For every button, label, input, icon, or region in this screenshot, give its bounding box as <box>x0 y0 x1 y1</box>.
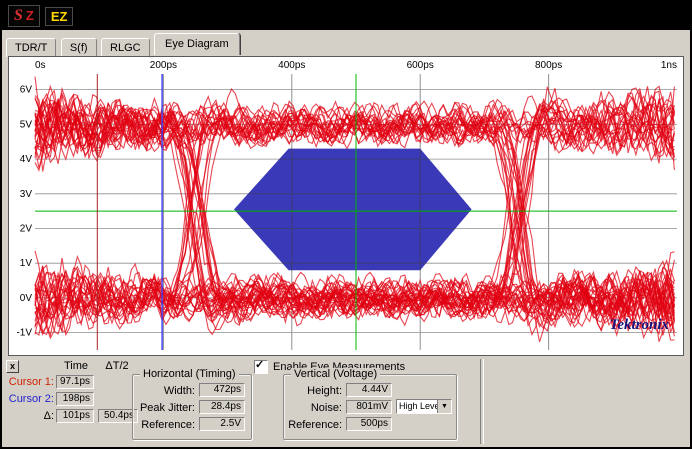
height-label: Height: <box>286 385 342 397</box>
app-logo-sz: S Z <box>8 5 40 27</box>
x-axis-label: 600ps <box>407 60 434 71</box>
voltage-reference-label: Reference: <box>286 419 342 431</box>
y-axis-label: 4V <box>20 154 33 165</box>
x-axis-label: 800ps <box>535 60 562 71</box>
plot-panel: 0s 200ps 400ps 600ps 800ps 1ns 6V 5V 4V 3V 2V 1V 0V -… <box>8 56 684 356</box>
peak-jitter-label: Peak Jitter: <box>135 402 195 414</box>
checkbox-box[interactable]: ✓ <box>254 360 268 374</box>
width-value: 472ps <box>199 383 245 397</box>
vertical-voltage-group: Vertical (Voltage) Height: 4.44V Noise: … <box>283 374 457 440</box>
timing-reference-value: 2.5V <box>199 417 245 431</box>
horizontal-timing-title: Horizontal (Timing) <box>140 368 239 380</box>
tab-eye-diagram[interactable]: Eye Diagram <box>154 33 240 55</box>
height-value: 4.44V <box>346 383 392 397</box>
tab-rlgc[interactable]: RLGC <box>101 38 150 57</box>
logo-ez-icon: EZ <box>51 9 68 24</box>
peak-jitter-value: 28.4ps <box>199 400 245 414</box>
chevron-down-icon: ▼ <box>441 403 448 410</box>
title-bar: S Z EZ <box>2 2 690 30</box>
y-axis-label: 1V <box>20 258 33 269</box>
delta-time-value: 101ps <box>56 409 94 423</box>
level-select-dropdown[interactable]: High Level ▼ <box>396 399 452 414</box>
vertical-voltage-title: Vertical (Voltage) <box>291 368 380 380</box>
horizontal-timing-group: Horizontal (Timing) Width: 472ps Peak Ji… <box>132 374 252 440</box>
tab-sf[interactable]: S(f) <box>61 38 97 57</box>
y-axis-label: 6V <box>20 85 33 96</box>
x-axis-label: 0s <box>35 60 46 71</box>
eye-diagram-canvas[interactable]: 0s 200ps 400ps 600ps 800ps 1ns 6V 5V 4V 3V 2V 1V 0V -… <box>9 57 683 355</box>
vertical-divider <box>480 359 484 444</box>
tab-tdrt[interactable]: TDR/T <box>6 38 56 57</box>
x-axis-label: 1ns <box>661 60 677 71</box>
voltage-reference-value: 500ps <box>346 417 392 431</box>
noise-label: Noise: <box>286 402 342 414</box>
app-window: S Z EZ TDR/T S(f) RLGC Eye Diagram 0s 200… <box>0 0 692 449</box>
cursor2-time-value: 198ps <box>56 392 94 406</box>
width-label: Width: <box>135 385 195 397</box>
x-axis-label: 400ps <box>278 60 305 71</box>
delta-t-half-column-header: ΔT/2 <box>96 360 138 372</box>
timing-reference-label: Reference: <box>135 419 195 431</box>
time-column-header: Time <box>56 360 96 372</box>
check-icon: ✓ <box>255 358 264 371</box>
eye-mask-polygon <box>234 149 472 271</box>
panel-close-button[interactable]: x <box>6 360 19 373</box>
y-axis-label: 3V <box>20 189 33 200</box>
cursor1-label: Cursor 1: <box>4 376 54 388</box>
y-axis-label: -1V <box>16 328 32 339</box>
y-axis-label: 0V <box>20 293 33 304</box>
y-axis-label: 5V <box>20 119 33 130</box>
brand-text: Tektronix <box>610 317 670 333</box>
delta-label: Δ: <box>4 410 54 422</box>
y-axis-label: 2V <box>20 224 33 235</box>
x-axis-label: 200ps <box>150 60 177 71</box>
dropdown-button[interactable]: ▼ <box>437 400 451 413</box>
cursor1-time-value: 97.1ps <box>56 375 94 389</box>
level-select-value: High Level <box>397 400 437 413</box>
logo-s-icon: S <box>14 7 23 25</box>
cursor2-label: Cursor 2: <box>4 393 54 405</box>
measurement-panel: x Time ΔT/2 Cursor 1: 97.1ps Cursor 2: 1… <box>2 356 690 447</box>
logo-z-icon: Z <box>26 8 34 23</box>
noise-value: 801mV <box>346 400 392 414</box>
app-logo-ez: EZ <box>45 7 74 26</box>
